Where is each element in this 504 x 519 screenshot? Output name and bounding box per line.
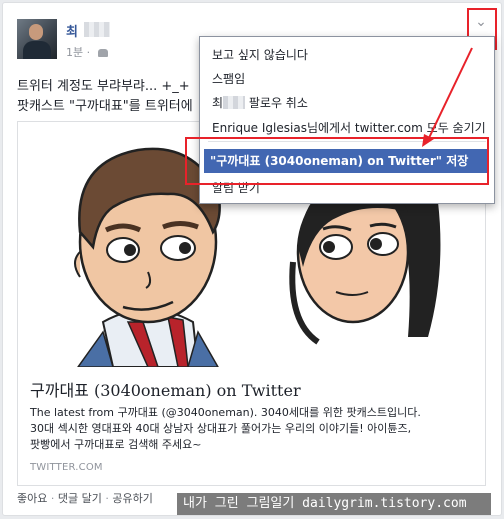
- author-name-redacted: [84, 22, 110, 37]
- avatar[interactable]: [17, 19, 57, 59]
- post-meta: 1분 ·: [66, 44, 108, 60]
- menu-item-report-spam[interactable]: 스팸임: [212, 70, 245, 87]
- post-actions: 좋아요 · 댓글 달기 · 공유하기: [17, 490, 153, 506]
- unfollow-prefix: 최: [212, 96, 224, 110]
- link-description-line1: The latest from 구까대표 (@3040oneman). 3040…: [30, 406, 421, 419]
- redacted-name: [223, 96, 246, 109]
- link-domain: TWITTER.COM: [30, 462, 103, 473]
- post-timestamp[interactable]: 1분: [66, 46, 83, 59]
- post-text-line2: 팟캐스트 "구까대표"를 트위터에: [17, 99, 193, 114]
- meta-separator: ·: [86, 46, 91, 59]
- menu-item-hide-post[interactable]: 보고 싶지 않습니다: [212, 46, 308, 63]
- menu-item-hide-all[interactable]: Enrique Iglesias님에게서 twitter.com 모두 숨기기: [212, 119, 486, 136]
- like-button[interactable]: 좋아요: [17, 492, 47, 505]
- action-separator: ·: [50, 492, 55, 505]
- menu-item-unfollow[interactable]: 최 팔로우 취소: [212, 94, 308, 111]
- unfollow-suffix: 팔로우 취소: [248, 96, 308, 110]
- action-separator: ·: [105, 492, 109, 505]
- link-description-line2: 30대 섹시한 영대표와 40대 상남자 상대표가 풀어가는 우리의 이야기들!…: [30, 422, 412, 435]
- share-button[interactable]: 공유하기: [112, 492, 152, 505]
- link-title[interactable]: 구까대표 (3040oneman) on Twitter: [30, 377, 301, 401]
- friends-icon[interactable]: [97, 49, 108, 57]
- author-name[interactable]: 최: [66, 21, 78, 40]
- link-description-line3: 팟빵에서 구까대표로 검색해 주세요~: [30, 438, 202, 451]
- annotation-box-save: [185, 137, 489, 185]
- post-text-line1: 트위터 계정도 부랴부랴... +_+: [17, 79, 190, 94]
- link-description: The latest from 구까대표 (@3040oneman). 3040…: [30, 405, 475, 453]
- watermark: 내가 그린 그림일기 dailygrim.tistory.com: [177, 493, 491, 515]
- comment-button[interactable]: 댓글 달기: [58, 492, 102, 505]
